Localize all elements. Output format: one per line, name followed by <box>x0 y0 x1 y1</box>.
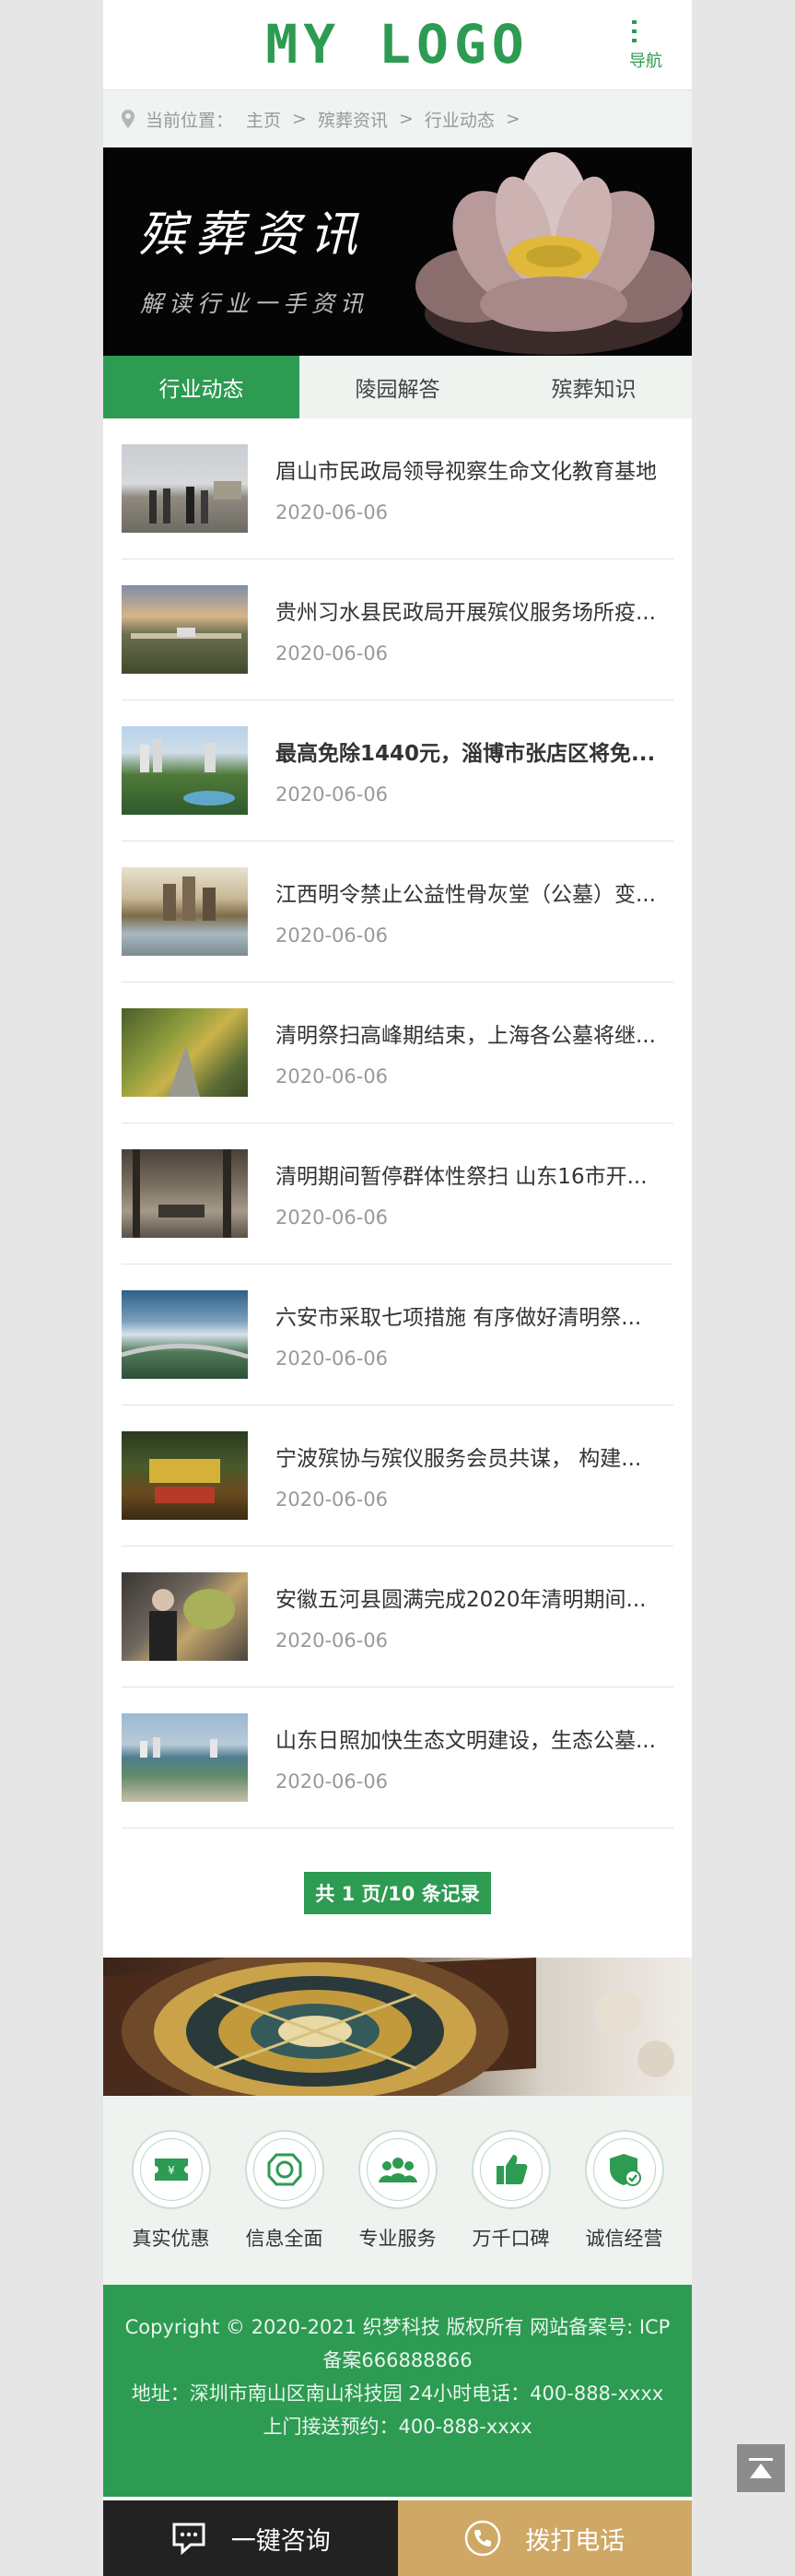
ticket-icon: ¥ <box>154 2158 188 2181</box>
article-date: 2020-06-06 <box>275 1629 389 1652</box>
article-thumbnail[interactable] <box>122 867 248 956</box>
feature-strip: ¥ 真实优惠 信息全面 专业服务 万千口碑 诚信经营 <box>103 2096 692 2285</box>
article-item[interactable]: 贵州习水县民政局开展殡仪服务场所疫... 2020-06-06 <box>122 559 673 700</box>
breadcrumb-separator: > <box>505 109 520 129</box>
article-date: 2020-06-06 <box>275 1206 389 1229</box>
page: MY LOGO 导航 当前位置： 主页 > 殡葬资讯 > 行业动态 > 殡葬资讯… <box>103 0 692 2576</box>
call-label: 拨打电话 <box>525 2526 625 2556</box>
lotus-image <box>415 152 692 355</box>
pagination-summary: 共 1 页/10 条记录 <box>304 1872 491 1914</box>
article-title[interactable]: 清明祭扫高峰期结束，上海各公墓将继... <box>275 1017 673 1049</box>
article-item[interactable]: 江西明令禁止公益性骨灰堂（公墓）变... 2020-06-06 <box>122 841 673 982</box>
article-thumbnail[interactable] <box>122 444 248 533</box>
article-thumbnail[interactable] <box>122 1431 248 1520</box>
phone-icon <box>465 2520 501 2557</box>
article-item[interactable]: 清明期间暂停群体性祭扫 山东16市开... 2020-06-06 <box>122 1123 673 1264</box>
svg-text:¥: ¥ <box>168 2164 175 2177</box>
consult-label: 一键咨询 <box>230 2526 331 2556</box>
article-item[interactable]: 清明祭扫高峰期结束，上海各公墓将继... 2020-06-06 <box>122 982 673 1123</box>
article-thumbnail[interactable] <box>122 1008 248 1097</box>
consult-button[interactable]: 一键咨询 <box>103 2500 398 2576</box>
article-date: 2020-06-06 <box>275 1347 389 1370</box>
article-item[interactable]: 眉山市民政局领导视察生命文化教育基地 2020-06-06 <box>122 418 673 559</box>
article-item[interactable]: 安徽五河县圆满完成2020年清明期间... 2020-06-06 <box>122 1547 673 1688</box>
feature-item: ¥ 真实优惠 <box>121 2129 222 2252</box>
footer-booking: 上门接送预约：400-888-xxxx <box>263 2416 532 2438</box>
article-thumbnail[interactable] <box>122 1572 248 1661</box>
breadcrumb-current[interactable]: 行业动态 <box>425 107 495 132</box>
feature-item: 诚信经营 <box>574 2129 675 2252</box>
feature-item: 信息全面 <box>234 2129 335 2252</box>
nav-label: 导航 <box>629 52 662 71</box>
article-thumbnail[interactable] <box>122 1713 248 1802</box>
article-date: 2020-06-06 <box>275 642 389 665</box>
nav-menu-button[interactable]: 导航 <box>627 18 664 72</box>
article-title[interactable]: 贵州习水县民政局开展殡仪服务场所疫... <box>275 594 673 626</box>
tab-funeral-knowledge[interactable]: 殡葬知识 <box>496 356 692 418</box>
feature-label: 信息全面 <box>245 2227 323 2250</box>
breadcrumb-separator: > <box>292 109 307 129</box>
tab-industry-news[interactable]: 行业动态 <box>103 356 299 418</box>
feature-item: 万千口碑 <box>461 2129 562 2252</box>
banner-subtitle: 解读行业一手资讯 <box>140 290 369 317</box>
article-thumbnail[interactable] <box>122 726 248 815</box>
call-button[interactable]: 拨打电话 <box>397 2500 692 2576</box>
pagination: 共 1 页/10 条记录 <box>103 1829 692 1958</box>
article-date: 2020-06-06 <box>275 1770 389 1793</box>
article-item[interactable]: 宁波殡协与殡仪服务会员共谋， 构建... 2020-06-06 <box>122 1406 673 1547</box>
location-pin-icon <box>122 110 134 128</box>
thumbs-up-icon <box>496 2154 527 2184</box>
article-item[interactable]: 最高免除1440元，淄博市张店区将免... 2020-06-06 <box>122 700 673 841</box>
banner-title: 殡葬资讯 <box>138 207 368 263</box>
breadcrumb: 当前位置： 主页 > 殡葬资讯 > 行业动态 > <box>103 90 692 147</box>
tab-cemetery-answers[interactable]: 陵园解答 <box>299 356 496 418</box>
article-title[interactable]: 江西明令禁止公益性骨灰堂（公墓）变... <box>275 876 673 908</box>
back-to-top-button[interactable] <box>737 2444 785 2492</box>
section-banner: 殡葬资讯 解读行业一手资讯 <box>103 147 692 356</box>
arrow-up-icon <box>749 2458 773 2478</box>
chat-bubble-icon <box>172 2523 205 2555</box>
article-date: 2020-06-06 <box>275 1488 389 1511</box>
article-item[interactable]: 六安市采取七项措施 有序做好清明祭... 2020-06-06 <box>122 1264 673 1406</box>
footer-address: 地址：深圳市南山区南山科技园 24小时电话：400-888-xxxx <box>131 2382 664 2405</box>
promo-image <box>103 1958 692 2096</box>
breadcrumb-prefix: 当前位置： <box>146 110 234 131</box>
article-title[interactable]: 眉山市民政局领导视察生命文化教育基地 <box>275 453 673 485</box>
shield-check-icon <box>609 2153 641 2186</box>
footer-copyright: Copyright © 2020-2021 织梦科技 版权所有 网站备案号: I… <box>124 2316 671 2371</box>
article-date: 2020-06-06 <box>275 501 389 523</box>
article-title[interactable]: 宁波殡协与殡仪服务会员共谋， 构建... <box>275 1441 673 1472</box>
site-logo[interactable]: MY LOGO <box>103 13 692 76</box>
article-title[interactable]: 六安市采取七项措施 有序做好清明祭... <box>275 1300 673 1331</box>
menu-icon <box>632 18 660 44</box>
team-icon <box>378 2157 417 2182</box>
article-title[interactable]: 山东日照加快生态文明建设，生态公墓... <box>275 1723 673 1754</box>
article-title[interactable]: 安徽五河县圆满完成2020年清明期间... <box>275 1582 673 1613</box>
feature-label: 诚信经营 <box>585 2227 663 2250</box>
article-list: 眉山市民政局领导视察生命文化教育基地 2020-06-06 贵州习水县民政局开展殡… <box>103 418 692 1829</box>
article-thumbnail[interactable] <box>122 585 248 674</box>
info-icon <box>267 2153 301 2185</box>
feature-label: 万千口碑 <box>472 2227 550 2250</box>
breadcrumb-home[interactable]: 主页 <box>246 107 281 132</box>
article-date: 2020-06-06 <box>275 924 389 947</box>
breadcrumb-news[interactable]: 殡葬资讯 <box>318 107 388 132</box>
article-title[interactable]: 最高免除1440元，淄博市张店区将免... <box>275 735 673 767</box>
footer: Copyright © 2020-2021 织梦科技 版权所有 网站备案号: I… <box>103 2285 692 2497</box>
feature-label: 专业服务 <box>358 2227 437 2250</box>
article-thumbnail[interactable] <box>122 1149 248 1238</box>
article-thumbnail[interactable] <box>122 1290 248 1379</box>
feature-item: 专业服务 <box>347 2129 449 2252</box>
bottom-action-bar: 一键咨询 拨打电话 <box>103 2500 692 2576</box>
breadcrumb-separator: > <box>398 109 414 129</box>
article-date: 2020-06-06 <box>275 1065 389 1088</box>
article-title[interactable]: 清明期间暂停群体性祭扫 山东16市开... <box>275 1159 673 1190</box>
category-tabs: 行业动态 陵园解答 殡葬知识 <box>103 356 692 418</box>
article-date: 2020-06-06 <box>275 783 389 806</box>
compass-image <box>103 1958 674 2096</box>
header: MY LOGO 导航 <box>103 0 692 90</box>
article-item[interactable]: 山东日照加快生态文明建设，生态公墓... 2020-06-06 <box>122 1688 673 1829</box>
feature-label: 真实优惠 <box>132 2227 210 2250</box>
